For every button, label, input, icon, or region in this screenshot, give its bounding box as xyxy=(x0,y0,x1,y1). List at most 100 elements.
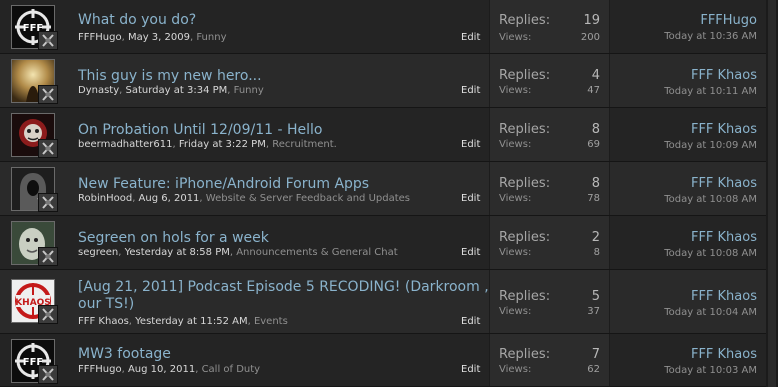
thread-date[interactable]: May 3, 2009 xyxy=(128,32,190,43)
thread-author[interactable]: Dynasty xyxy=(78,85,119,96)
thread-stats: Replies: 2 Views: 8 xyxy=(489,216,610,269)
thread-date[interactable]: Saturday at 3:34 PM xyxy=(126,85,228,96)
last-post-user[interactable]: FFF Khaos xyxy=(664,347,757,362)
replies-label: Replies: xyxy=(499,289,551,304)
game-badge-icon xyxy=(38,85,58,104)
thread-row: Segreen on hols for a week segreen, Yest… xyxy=(0,216,778,270)
thread-title[interactable]: Segreen on hols for a week xyxy=(78,230,269,247)
views-label: Views: xyxy=(499,32,532,43)
last-post-user[interactable]: FFF Khaos xyxy=(664,176,757,191)
thread-title[interactable]: MW3 footage xyxy=(78,346,171,363)
game-badge-icon xyxy=(38,365,58,384)
views-count: 69 xyxy=(587,139,600,150)
thread-meta: RobinHood, Aug 6, 2011, Website & Server… xyxy=(78,193,410,204)
game-badge-icon xyxy=(38,31,58,50)
edit-link[interactable]: Edit xyxy=(461,364,480,375)
thread-title[interactable]: On Probation Until 12/09/11 - Hello xyxy=(78,122,322,139)
edit-link[interactable]: Edit xyxy=(461,85,480,96)
last-post-time[interactable]: Today at 10:36 AM xyxy=(664,31,757,42)
thread-title[interactable]: What do you do? xyxy=(78,12,196,29)
replies-label: Replies: xyxy=(499,13,551,28)
thread-date[interactable]: Yesterday at 8:58 PM xyxy=(125,247,230,258)
edit-link[interactable]: Edit xyxy=(461,247,480,258)
thread-author[interactable]: FFF Khaos xyxy=(78,316,129,327)
scrollbar-thumb[interactable] xyxy=(768,0,776,387)
last-post-time[interactable]: Today at 10:08 AM xyxy=(664,194,757,205)
last-post: FFF Khaos Today at 10:11 AM xyxy=(664,68,757,97)
thread-author[interactable]: RobinHood xyxy=(78,193,132,204)
views-label: Views: xyxy=(499,247,532,258)
views-count: 47 xyxy=(587,85,600,96)
views-count: 8 xyxy=(593,247,600,258)
thread-row: FFF What do you do? FFFHugo, May 3, 2009… xyxy=(0,0,778,54)
thread-row: This guy is my new hero... Dynasty, Satu… xyxy=(0,54,778,108)
views-count: 200 xyxy=(580,32,600,43)
last-post-user[interactable]: FFF Khaos xyxy=(664,230,757,245)
last-post-user[interactable]: FFF Khaos xyxy=(664,289,757,304)
last-post-user[interactable]: FFF Khaos xyxy=(664,122,757,137)
views-label: Views: xyxy=(499,193,532,204)
replies-count: 4 xyxy=(591,68,600,83)
edit-link[interactable]: Edit xyxy=(461,193,480,204)
thread-meta: beermadhatter611, Friday at 3:22 PM, Rec… xyxy=(78,139,337,150)
thread-date[interactable]: Friday at 3:22 PM xyxy=(179,139,266,150)
edit-link[interactable]: Edit xyxy=(461,139,480,150)
thread-list: FFF What do you do? FFFHugo, May 3, 2009… xyxy=(0,0,778,387)
thread-author[interactable]: FFFHugo xyxy=(78,32,122,43)
thread-stats: Replies: 8 Views: 78 xyxy=(489,162,610,215)
views-count: 37 xyxy=(587,306,600,317)
last-post: FFF Khaos Today at 10:08 AM xyxy=(664,176,757,205)
thread-author[interactable]: FFFHugo xyxy=(78,364,122,375)
thread-title[interactable]: New Feature: iPhone/Android Forum Apps xyxy=(78,176,369,193)
thread-forum[interactable]: Funny xyxy=(234,85,264,96)
thread-date[interactable]: Aug 10, 2011 xyxy=(128,364,195,375)
edit-link[interactable]: Edit xyxy=(461,32,480,43)
thread-stats: Replies: 8 Views: 69 xyxy=(489,108,610,161)
thread-author[interactable]: beermadhatter611 xyxy=(78,139,172,150)
last-post: FFF Khaos Today at 10:09 AM xyxy=(664,122,757,151)
thread-stats: Replies: 4 Views: 47 xyxy=(489,54,610,107)
last-post-time[interactable]: Today at 10:08 AM xyxy=(664,248,757,259)
thread-meta: FFFHugo, Aug 10, 2011, Call of Duty xyxy=(78,364,261,375)
thread-forum[interactable]: Announcements & General Chat xyxy=(236,247,397,258)
thread-meta: Dynasty, Saturday at 3:34 PM, Funny xyxy=(78,85,264,96)
views-count: 78 xyxy=(587,193,600,204)
thread-date[interactable]: Aug 6, 2011 xyxy=(139,193,200,204)
thread-row: FFF MW3 footage FFFHugo, Aug 10, 2011, C… xyxy=(0,334,778,387)
last-post-user[interactable]: FFF Khaos xyxy=(664,68,757,83)
replies-count: 8 xyxy=(591,122,600,137)
thread-meta: FFF Khaos, Yesterday at 11:52 AM, Events xyxy=(78,316,288,327)
edit-link[interactable]: Edit xyxy=(461,316,480,327)
thread-forum[interactable]: Events xyxy=(254,316,288,327)
game-badge-icon xyxy=(38,193,58,212)
last-post-user[interactable]: FFFHugo xyxy=(664,13,757,28)
thread-forum[interactable]: Call of Duty xyxy=(202,364,261,375)
replies-label: Replies: xyxy=(499,122,551,137)
thread-author[interactable]: segreen xyxy=(78,247,118,258)
thread-title-line: [Aug 21, 2011] Podcast Episode 5 RECODIN… xyxy=(78,279,489,295)
thread-row: On Probation Until 12/09/11 - Hello beer… xyxy=(0,108,778,162)
thread-forum[interactable]: Recruitment. xyxy=(272,139,337,150)
replies-count: 7 xyxy=(591,347,600,362)
scrollbar[interactable] xyxy=(766,0,778,387)
replies-count: 19 xyxy=(583,13,600,28)
views-label: Views: xyxy=(499,306,532,317)
thread-forum[interactable]: Website & Server Feedback and Updates xyxy=(206,193,410,204)
replies-label: Replies: xyxy=(499,347,551,362)
thread-title[interactable]: [Aug 21, 2011] Podcast Episode 5 RECODIN… xyxy=(78,279,489,313)
thread-stats: Replies: 19 Views: 200 xyxy=(489,0,610,53)
thread-stats: Replies: 7 Views: 62 xyxy=(489,334,610,386)
last-post-time[interactable]: Today at 10:04 AM xyxy=(664,307,757,318)
thread-date[interactable]: Yesterday at 11:52 AM xyxy=(135,316,247,327)
last-post-time[interactable]: Today at 10:09 AM xyxy=(664,140,757,151)
last-post-time[interactable]: Today at 10:03 AM xyxy=(664,365,757,376)
thread-meta: FFFHugo, May 3, 2009, Funny xyxy=(78,32,227,43)
last-post-time[interactable]: Today at 10:11 AM xyxy=(664,86,757,97)
thread-row: KHAOS [Aug 21, 2011] Podcast Episode 5 R… xyxy=(0,270,778,334)
thread-title-line: our TS!) xyxy=(78,296,135,312)
thread-forum[interactable]: Funny xyxy=(196,32,226,43)
last-post: FFF Khaos Today at 10:03 AM xyxy=(664,347,757,376)
replies-label: Replies: xyxy=(499,230,551,245)
thread-title[interactable]: This guy is my new hero... xyxy=(78,68,262,85)
last-post: FFF Khaos Today at 10:04 AM xyxy=(664,289,757,318)
